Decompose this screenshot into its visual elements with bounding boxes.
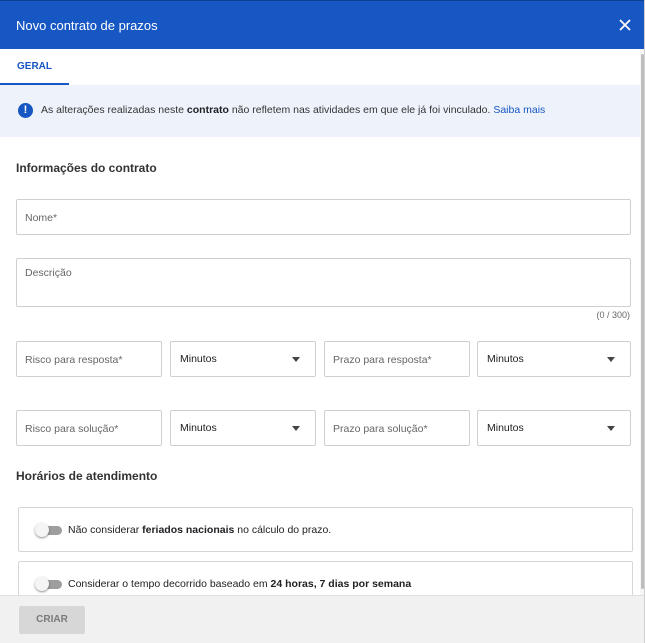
- holidays-text-after: no cálculo do prazo.: [234, 524, 332, 536]
- dialog-title: Novo contrato de prazos: [16, 18, 158, 33]
- solution-deadline-unit-value: Minutos: [487, 422, 524, 434]
- description-placeholder: Descrição: [25, 267, 72, 279]
- holidays-toggle-label: Não considerar feriados nacionais no cál…: [68, 524, 331, 536]
- response-deadline-unit-select[interactable]: Minutos: [477, 341, 631, 377]
- description-counter: (0 / 300): [596, 310, 630, 320]
- holidays-toggle[interactable]: [35, 522, 62, 538]
- fulltime-option-card: Considerar o tempo decorrido baseado em …: [18, 561, 633, 595]
- chevron-down-icon: [607, 426, 615, 431]
- solution-deadline-input[interactable]: Prazo para solução*: [324, 410, 470, 446]
- holidays-text-before: Não considerar: [68, 524, 143, 536]
- fulltime-text-bold: 24 horas, 7 dias por semana: [270, 578, 412, 590]
- banner-text-after: não refletem nas atividades em que ele j…: [228, 104, 494, 116]
- chevron-down-icon: [292, 357, 300, 362]
- info-banner: ! As alterações realizadas neste contrat…: [0, 85, 640, 137]
- fulltime-text-before: Considerar o tempo decorrido baseado em: [68, 578, 271, 590]
- dialog-footer: CRIAR: [0, 595, 644, 643]
- banner-text-before: As alterações realizadas neste: [41, 104, 187, 116]
- new-contract-dialog: Novo contrato de prazos GERAL ! As alter…: [0, 0, 645, 643]
- create-button[interactable]: CRIAR: [19, 606, 85, 634]
- solution-deadline-unit-select[interactable]: Minutos: [477, 410, 631, 446]
- fulltime-toggle-label: Considerar o tempo decorrido baseado em …: [68, 578, 411, 590]
- content-scrollbar[interactable]: [640, 49, 644, 595]
- chevron-down-icon: [607, 357, 615, 362]
- dialog-header: Novo contrato de prazos: [0, 0, 644, 49]
- description-textarea[interactable]: Descrição: [16, 258, 631, 307]
- response-deadline-input[interactable]: Prazo para resposta*: [324, 341, 470, 377]
- toggle-knob: [35, 577, 49, 591]
- response-deadline-placeholder: Prazo para resposta*: [333, 354, 432, 366]
- banner-text-bold: contrato: [186, 104, 229, 116]
- solution-risk-input[interactable]: Risco para solução*: [16, 410, 162, 446]
- solution-deadline-placeholder: Prazo para solução*: [333, 423, 428, 435]
- service-hours-title: Horários de atendimento: [16, 469, 158, 483]
- chevron-down-icon: [292, 426, 300, 431]
- holidays-option-card: Não considerar feriados nacionais no cál…: [18, 507, 633, 552]
- solution-risk-unit-value: Minutos: [180, 422, 217, 434]
- scrollbar-thumb[interactable]: [641, 54, 644, 589]
- tab-bar: GERAL: [0, 49, 640, 85]
- info-icon: !: [18, 103, 33, 118]
- info-banner-message: As alterações realizadas neste contrato …: [41, 104, 545, 116]
- tab-geral[interactable]: GERAL: [0, 49, 69, 85]
- response-deadline-unit-value: Minutos: [487, 353, 524, 365]
- contract-info-title: Informações do contrato: [16, 161, 157, 175]
- toggle-knob: [35, 523, 49, 537]
- name-placeholder: Nome*: [25, 212, 58, 224]
- tab-geral-label: GERAL: [17, 61, 52, 72]
- solution-risk-unit-select[interactable]: Minutos: [170, 410, 316, 446]
- close-icon[interactable]: [617, 17, 633, 33]
- response-risk-unit-value: Minutos: [180, 353, 217, 365]
- holidays-text-bold: feriados nacionais: [142, 524, 235, 536]
- response-risk-unit-select[interactable]: Minutos: [170, 341, 316, 377]
- fulltime-toggle[interactable]: [35, 576, 62, 592]
- response-risk-input[interactable]: Risco para resposta*: [16, 341, 162, 377]
- learn-more-link[interactable]: Saiba mais: [493, 104, 545, 116]
- response-risk-placeholder: Risco para resposta*: [25, 354, 123, 366]
- solution-risk-placeholder: Risco para solução*: [25, 423, 119, 435]
- name-input[interactable]: Nome*: [16, 199, 631, 235]
- dialog-content: ! As alterações realizadas neste contrat…: [0, 85, 640, 595]
